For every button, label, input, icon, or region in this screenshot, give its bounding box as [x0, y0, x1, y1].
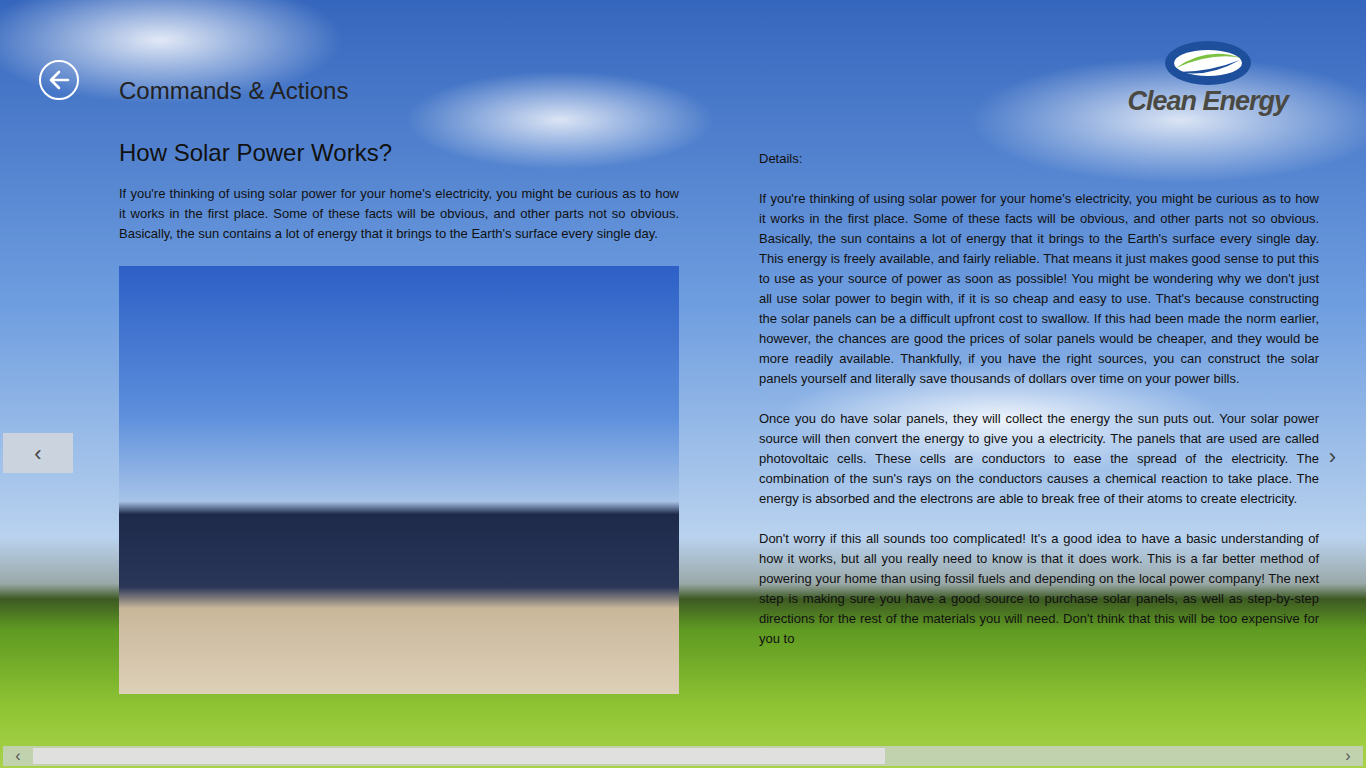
- horizontal-scrollbar[interactable]: ‹›: [3, 746, 1363, 766]
- previous-button[interactable]: ‹: [3, 433, 73, 473]
- back-area: [0, 0, 119, 145]
- header: Commands & Actions Clean Energy: [119, 0, 1366, 145]
- paragraph-gap: [759, 389, 1319, 409]
- details-paragraph: Don't worry if this all sounds too compl…: [759, 529, 1319, 649]
- article-intro: If you're thinking of using solar power …: [119, 184, 679, 244]
- back-button[interactable]: [39, 60, 79, 100]
- article-heading: How Solar Power Works?: [119, 139, 679, 168]
- back-arrow-icon: [48, 69, 70, 91]
- logo: Clean Energy: [1127, 38, 1288, 115]
- prev-area: ‹: [0, 433, 119, 473]
- scroll-right-button[interactable]: ›: [1333, 746, 1363, 766]
- scrollbar-track[interactable]: [33, 748, 1333, 764]
- logo-swoosh-icon: [1162, 38, 1254, 88]
- details-paragraph: If you're thinking of using solar power …: [759, 189, 1319, 389]
- details-paragraph: Once you do have solar panels, they will…: [759, 409, 1319, 509]
- left-gutter: ‹: [0, 0, 119, 746]
- scroll-left-button[interactable]: ‹: [3, 746, 33, 766]
- article-column: How Solar Power Works? If you're thinking…: [119, 139, 679, 694]
- scrollbar-thumb[interactable]: [33, 748, 885, 764]
- columns: How Solar Power Works? If you're thinking…: [119, 139, 1366, 694]
- solar-panels-photo: [119, 266, 679, 694]
- content: Commands & Actions Clean Energy How Solar …: [119, 0, 1366, 746]
- next-button[interactable]: ›: [1329, 440, 1336, 473]
- details-label: Details:: [759, 149, 1319, 169]
- page-title: Commands & Actions: [119, 78, 348, 104]
- details-column[interactable]: Details: If you're thinking of using sola…: [759, 139, 1319, 694]
- paragraph-gap: [759, 509, 1319, 529]
- logo-text: Clean Energy: [1127, 88, 1288, 115]
- main-area: ‹ Commands & Actions Clean Energy How Solar…: [0, 0, 1366, 746]
